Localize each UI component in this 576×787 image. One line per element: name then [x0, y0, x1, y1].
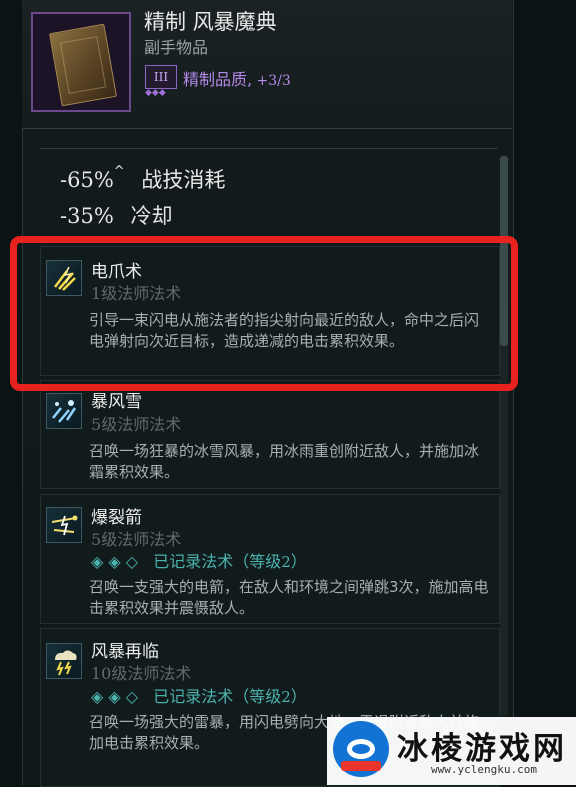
record-diamonds: ◈ ◈ ◇ — [91, 687, 139, 706]
stat-skill-cost: -65%^ 战技消耗 — [60, 164, 226, 192]
skill-name: 风暴再临 — [91, 642, 159, 662]
grimoire-book-icon — [31, 12, 131, 112]
quality-stars: ◆◆◆ — [145, 88, 166, 98]
skill-description: 召唤一场狂暴的冰雪风暴，用冰雨重创附近敌人，并施加冰霜累积效果。 — [89, 442, 480, 481]
item-type: 副手物品 — [144, 38, 209, 57]
skill-card-lightning-arrow[interactable]: 爆裂箭 5级法师法术 ◈ ◈ ◇ 已记录法术（等级2） 召唤一支强大的电箭，在敌… — [40, 494, 500, 624]
site-logo-icon — [333, 721, 389, 777]
skill-description: 召唤一支强大的电箭，在敌人和环境之间弹跳3次，施加高电击累积效果并震慑敌人。 — [89, 578, 489, 617]
stat-cooldown: -35% 冷却 — [60, 204, 173, 228]
recorded-spell-status: ◈ ◈ ◇ 已记录法术（等级2） — [91, 552, 307, 571]
quality-badge: III — [145, 65, 177, 89]
skill-card-blizzard[interactable]: 暴风雪 5级法师法术 召唤一场狂暴的冰雪风暴，用冰雨重创附近敌人，并施加冰霜累积… — [40, 380, 500, 489]
watermark-url: www.yclengku.com — [431, 763, 537, 776]
item-title: 精制 风暴魔典 — [144, 10, 277, 34]
skill-level: 10级法师法术 — [91, 664, 192, 683]
recorded-spell-status: ◈ ◈ ◇ 已记录法术（等级2） — [91, 687, 307, 706]
quality-label: 精制品质, +3/3 — [183, 70, 291, 89]
watermark-text: 冰棱游戏网 — [397, 731, 567, 767]
blizzard-icon — [46, 393, 82, 429]
skill-name: 爆裂箭 — [91, 508, 142, 528]
lightning-arrow-icon — [46, 507, 82, 543]
watermark: 冰棱游戏网 www.yclengku.com — [327, 717, 576, 785]
highlight-box — [10, 236, 518, 391]
skill-level: 5级法师法术 — [91, 530, 182, 549]
storm-cloud-icon — [46, 643, 82, 679]
record-diamonds: ◈ ◈ ◇ — [91, 552, 139, 571]
skill-level: 5级法师法术 — [91, 415, 182, 434]
section-divider — [40, 148, 498, 149]
